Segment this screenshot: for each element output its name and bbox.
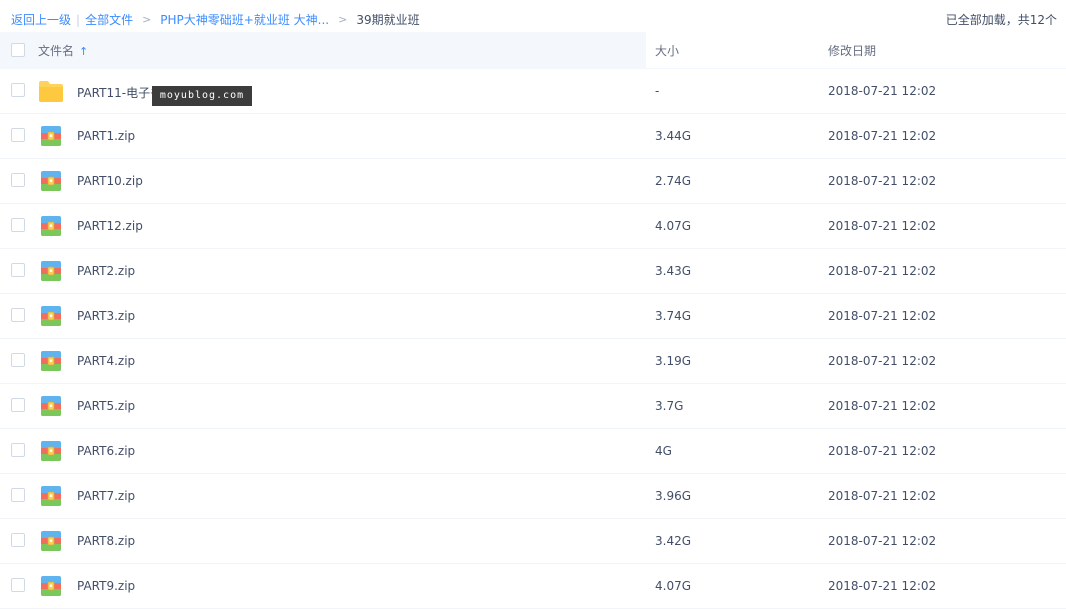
folder-icon[interactable] [38, 79, 64, 103]
load-status-text: 已全部加载，共12个 [945, 13, 1057, 27]
size-column-header[interactable]: 大小 [655, 42, 679, 59]
file-row[interactable]: PART10.zip 2.74G 2018-07-21 12:02 [0, 159, 1066, 204]
file-size: 4.07G [655, 579, 692, 593]
file-row[interactable]: PART12.zip 4.07G 2018-07-21 12:02 [0, 204, 1066, 249]
file-row[interactable]: PART7.zip 3.96G 2018-07-21 12:02 [0, 474, 1066, 519]
file-modified-date: 2018-07-21 12:02 [828, 354, 937, 368]
file-row[interactable]: PART4.zip 3.19G 2018-07-21 12:02 [0, 339, 1066, 384]
zip-archive-icon[interactable] [38, 259, 64, 283]
breadcrumb-bar: 返回上一级 | 全部文件 > PHP大神零础班+就业班 大神... > 39期就… [0, 0, 1066, 36]
row-checkbox[interactable] [11, 263, 25, 277]
row-checkbox[interactable] [11, 578, 25, 592]
file-row[interactable]: PART1.zip 3.44G 2018-07-21 12:02 [0, 114, 1066, 159]
date-column-header[interactable]: 修改日期 [828, 42, 876, 59]
file-modified-date: 2018-07-21 12:02 [828, 444, 937, 458]
watermark: moyublog.com [152, 86, 252, 106]
row-checkbox[interactable] [11, 218, 25, 232]
file-modified-date: 2018-07-21 12:02 [828, 489, 937, 503]
back-link[interactable]: 返回上一级 [11, 11, 71, 28]
file-size: - [655, 84, 660, 98]
file-size: 3.7G [655, 399, 684, 413]
file-size: 3.74G [655, 309, 692, 323]
file-modified-date: 2018-07-21 12:02 [828, 84, 937, 98]
breadcrumb-separator: | [76, 12, 81, 27]
file-list-header: 文件名 ↑ 大小 修改日期 [0, 32, 1066, 69]
file-modified-date: 2018-07-21 12:02 [828, 129, 937, 143]
zip-archive-icon[interactable] [38, 574, 64, 598]
file-row[interactable]: PART5.zip 3.7G 2018-07-21 12:02 [0, 384, 1066, 429]
name-column-header: 文件名 ↑ [0, 32, 646, 69]
zip-archive-icon[interactable] [38, 439, 64, 463]
breadcrumb: 返回上一级 | 全部文件 > PHP大神零础班+就业班 大神... > 39期就… [11, 11, 420, 28]
file-modified-date: 2018-07-21 12:02 [828, 309, 937, 323]
chevron-right-icon: > [142, 13, 152, 26]
zip-archive-icon[interactable] [38, 394, 64, 418]
file-modified-date: 2018-07-21 12:02 [828, 399, 937, 413]
file-row[interactable]: PART2.zip 3.43G 2018-07-21 12:02 [0, 249, 1066, 294]
file-size: 3.96G [655, 489, 692, 503]
file-name[interactable]: PART9.zip [77, 579, 135, 593]
file-row[interactable]: PART6.zip 4G 2018-07-21 12:02 [0, 429, 1066, 474]
file-name[interactable]: PART10.zip [77, 174, 143, 188]
file-modified-date: 2018-07-21 12:02 [828, 219, 937, 233]
file-name[interactable]: PART8.zip [77, 534, 135, 548]
file-name[interactable]: PART5.zip [77, 399, 135, 413]
file-name[interactable]: PART4.zip [77, 354, 135, 368]
file-row[interactable]: PART3.zip 3.74G 2018-07-21 12:02 [0, 294, 1066, 339]
sort-by-name-button[interactable]: 文件名 ↑ [38, 42, 88, 59]
name-column-label: 文件名 [38, 44, 75, 58]
file-name[interactable]: PART11-电子书 [77, 84, 162, 101]
row-checkbox[interactable] [11, 533, 25, 547]
file-name[interactable]: PART7.zip [77, 489, 135, 503]
file-size: 3.19G [655, 354, 692, 368]
file-modified-date: 2018-07-21 12:02 [828, 579, 937, 593]
row-checkbox[interactable] [11, 488, 25, 502]
file-size: 3.43G [655, 264, 692, 278]
file-name[interactable]: PART12.zip [77, 219, 143, 233]
file-name[interactable]: PART6.zip [77, 444, 135, 458]
file-modified-date: 2018-07-21 12:02 [828, 534, 937, 548]
file-row[interactable]: PART9.zip 4.07G 2018-07-21 12:02 [0, 564, 1066, 609]
zip-archive-icon[interactable] [38, 124, 64, 148]
file-size: 2.74G [655, 174, 692, 188]
current-folder: 39期就业班 [356, 13, 420, 27]
file-row[interactable]: PART8.zip 3.42G 2018-07-21 12:02 [0, 519, 1066, 564]
chevron-right-icon: > [338, 13, 348, 26]
file-modified-date: 2018-07-21 12:02 [828, 174, 937, 188]
file-name[interactable]: PART3.zip [77, 309, 135, 323]
row-checkbox[interactable] [11, 128, 25, 142]
row-checkbox[interactable] [11, 398, 25, 412]
file-modified-date: 2018-07-21 12:02 [828, 264, 937, 278]
all-files-link[interactable]: 全部文件 [85, 11, 133, 28]
zip-archive-icon[interactable] [38, 484, 64, 508]
select-all-checkbox[interactable] [11, 43, 25, 57]
zip-archive-icon[interactable] [38, 349, 64, 373]
file-size: 4.07G [655, 219, 692, 233]
row-checkbox[interactable] [11, 308, 25, 322]
file-size: 3.44G [655, 129, 692, 143]
zip-archive-icon[interactable] [38, 304, 64, 328]
row-checkbox[interactable] [11, 353, 25, 367]
zip-archive-icon[interactable] [38, 169, 64, 193]
file-size: 4G [655, 444, 672, 458]
row-checkbox[interactable] [11, 173, 25, 187]
file-list: PART11-电子书 - 2018-07-21 12:02 PART1.zip 3.44… [0, 69, 1066, 609]
file-name[interactable]: PART1.zip [77, 129, 135, 143]
file-name[interactable]: PART2.zip [77, 264, 135, 278]
parent-folder-link[interactable]: PHP大神零础班+就业班 大神... [160, 11, 329, 28]
row-checkbox[interactable] [11, 443, 25, 457]
row-checkbox[interactable] [11, 83, 25, 97]
zip-archive-icon[interactable] [38, 214, 64, 238]
sort-ascending-icon: ↑ [79, 45, 89, 58]
zip-archive-icon[interactable] [38, 529, 64, 553]
file-size: 3.42G [655, 534, 692, 548]
